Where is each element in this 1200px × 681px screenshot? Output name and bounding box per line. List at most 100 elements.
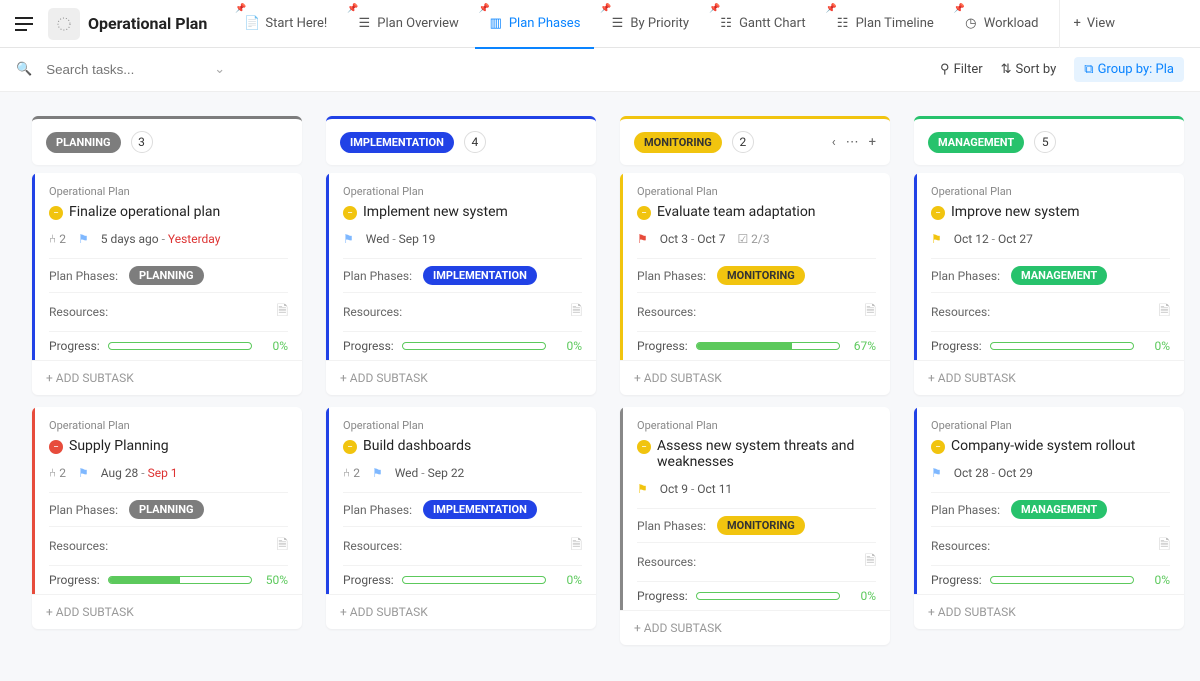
phase-pill[interactable]: IMPLEMENTATION [423,266,537,285]
add-subtask-button[interactable]: + ADD SUBTASK [326,594,596,629]
phase-pill[interactable]: MANAGEMENT [1011,266,1107,285]
resources-field: Resources: 🗎 [931,526,1170,565]
subtask-icon: ⑃ [49,232,56,246]
sort-icon: ⇅ [1001,62,1012,77]
task-card[interactable]: Operational Plan − Build dashboards ⑃2⚑W… [326,407,596,629]
add-subtask-button[interactable]: + ADD SUBTASK [32,594,302,629]
date-range: 5 days ago - Yesterday [101,232,221,246]
task-card[interactable]: Operational Plan − Evaluate team adaptat… [620,173,890,395]
column-header[interactable]: PLANNING 3 [32,116,302,165]
progress-bar[interactable] [402,342,546,350]
resources-icon[interactable]: 🗎 [571,300,582,324]
column-header[interactable]: MANAGEMENT 5 [914,116,1184,165]
tab-workload[interactable]: 📌◷Workload [950,0,1053,48]
tab-by-priority[interactable]: 📌☰By Priority [596,0,703,48]
menu-button[interactable] [8,8,40,40]
phase-pill[interactable]: PLANNING [129,266,204,285]
phase-pill[interactable]: MONITORING [717,516,805,535]
column-header[interactable]: IMPLEMENTATION 4 [326,116,596,165]
column-count: 4 [464,131,486,153]
status-dot[interactable]: − [931,206,945,220]
add-subtask-button[interactable]: + ADD SUBTASK [620,610,890,645]
subtask-count: ⑃2 [49,232,66,246]
tab-plan-timeline[interactable]: 📌☷Plan Timeline [822,0,948,48]
task-card[interactable]: Operational Plan − Company-wide system r… [914,407,1184,629]
progress-bar[interactable] [108,342,252,350]
add-view-button[interactable]: +View [1059,0,1130,48]
add-subtask-button[interactable]: + ADD SUBTASK [914,360,1184,395]
prev-icon[interactable]: ‹ [832,135,836,150]
phase-pill[interactable]: MANAGEMENT [1011,500,1107,519]
status-dot[interactable]: − [637,206,651,220]
status-dot[interactable]: − [343,440,357,454]
flag-icon[interactable]: ⚑ [637,232,648,246]
phase-pill[interactable]: IMPLEMENTATION [423,500,537,519]
flag-icon[interactable]: ⚑ [343,232,354,246]
resources-icon[interactable]: 🗎 [865,300,876,324]
search-input[interactable] [40,56,200,83]
task-card[interactable]: Operational Plan − Implement new system … [326,173,596,395]
flag-icon[interactable]: ⚑ [637,482,648,496]
resources-field: Resources: 🗎 [637,292,876,331]
tab-plan-overview[interactable]: 📌☰Plan Overview [343,0,473,48]
progress-bar[interactable] [696,592,840,600]
task-title: − Evaluate team adaptation [637,204,876,220]
chevron-down-icon[interactable]: ⌄ [214,62,225,77]
column-count: 2 [732,131,754,153]
add-subtask-button[interactable]: + ADD SUBTASK [620,360,890,395]
subtask-icon: ⑃ [49,466,56,480]
date-range: Aug 28 - Sep 1 [101,466,178,480]
pin-icon: 📌 [709,4,720,14]
progress-bar[interactable] [696,342,840,350]
flag-icon[interactable]: ⚑ [931,466,942,480]
tab-start-here[interactable]: 📌📄Start Here! [231,0,341,48]
more-icon[interactable]: ⋯ [846,135,859,150]
status-dot[interactable]: − [343,206,357,220]
pin-icon: 📌 [954,4,965,14]
filter-button[interactable]: ⚲Filter [940,62,983,77]
progress-bar[interactable] [990,342,1134,350]
add-subtask-button[interactable]: + ADD SUBTASK [32,360,302,395]
workspace-logo[interactable] [48,8,80,40]
flag-icon[interactable]: ⚑ [931,232,942,246]
progress-pct: 67% [848,339,876,353]
resources-icon[interactable]: 🗎 [865,550,876,574]
status-dot[interactable]: − [637,440,651,454]
progress-bar[interactable] [990,576,1134,584]
task-card[interactable]: Operational Plan − Improve new system ⚑O… [914,173,1184,395]
breadcrumb: Operational Plan [49,419,288,432]
status-dot[interactable]: − [49,206,63,220]
resources-icon[interactable]: 🗎 [571,534,582,558]
status-dot[interactable]: − [49,440,63,454]
tab-gantt[interactable]: 📌☷Gantt Chart [705,0,820,48]
tab-plan-phases[interactable]: 📌▥Plan Phases [475,0,595,48]
list-icon: ☰ [357,17,371,31]
progress-bar[interactable] [402,576,546,584]
add-icon[interactable]: + [869,135,876,150]
date-range: Oct 3 - Oct 7 [660,232,726,246]
checklist-fraction: ☑ 2/3 [737,232,769,246]
progress-field: Progress: 67% [637,331,876,360]
phase-pill[interactable]: MONITORING [717,266,805,285]
add-subtask-button[interactable]: + ADD SUBTASK [914,594,1184,629]
groupby-chip[interactable]: ⧉Group by: Pla [1074,57,1184,82]
flag-icon[interactable]: ⚑ [78,466,89,480]
flag-icon[interactable]: ⚑ [78,232,89,246]
resources-icon[interactable]: 🗎 [277,534,288,558]
task-card[interactable]: Operational Plan − Finalize operational … [32,173,302,395]
resources-icon[interactable]: 🗎 [1159,300,1170,324]
sort-button[interactable]: ⇅Sort by [1001,62,1057,77]
add-subtask-button[interactable]: + ADD SUBTASK [326,360,596,395]
search-box[interactable]: 🔍 ⌄ [16,56,225,83]
resources-icon[interactable]: 🗎 [1159,534,1170,558]
status-dot[interactable]: − [931,440,945,454]
progress-bar[interactable] [108,576,252,584]
board-column: PLANNING 3 Operational Plan − Finalize o… [32,116,302,657]
column-header[interactable]: MONITORING 2‹⋯+ [620,116,890,165]
flag-icon[interactable]: ⚑ [372,466,383,480]
task-card[interactable]: Operational Plan − Supply Planning ⑃2⚑Au… [32,407,302,629]
resources-field: Resources: 🗎 [49,526,288,565]
resources-icon[interactable]: 🗎 [277,300,288,324]
task-card[interactable]: Operational Plan − Assess new system thr… [620,407,890,645]
phase-pill[interactable]: PLANNING [129,500,204,519]
